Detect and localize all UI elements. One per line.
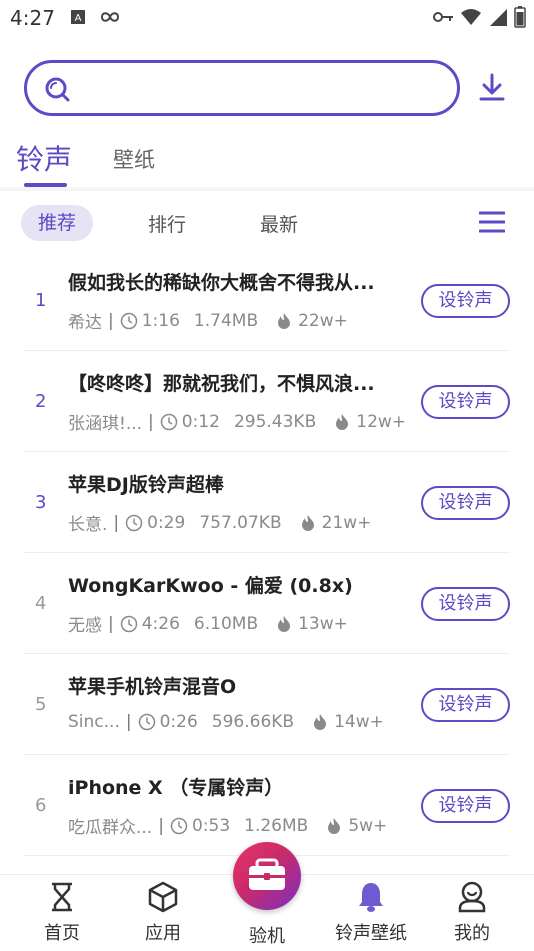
play-count: 12w+ — [356, 411, 407, 432]
duration: 0:29 — [147, 512, 186, 533]
play-count: 13w+ — [298, 613, 348, 634]
nav-profile-label: 我的 — [454, 923, 490, 944]
clock-icon — [170, 817, 188, 834]
artist-name: 吃瓜群众... — [68, 818, 153, 838]
duration: 0:26 — [159, 712, 198, 732]
ringtone-meta: 无感 | 4:26 6.10MB 13w+ — [68, 611, 348, 637]
set-ringtone-button[interactable]: 设铃声 — [421, 486, 510, 520]
clock-icon — [160, 413, 178, 430]
hourglass-icon — [52, 882, 72, 912]
duration: 4:26 — [141, 613, 180, 634]
duration: 0:12 — [181, 411, 220, 432]
fire-icon — [336, 413, 349, 430]
search-icon — [45, 77, 70, 102]
rank-number: 4 — [35, 593, 47, 614]
set-ringtone-button[interactable]: 设铃声 — [421, 688, 510, 722]
list-item[interactable]: 3 苹果DJ版铃声超棒 长意. | 0:29 757.07KB 21w+ 设铃声 — [0, 452, 534, 553]
artist-name: 长意. — [68, 515, 108, 535]
play-count: 14w+ — [334, 712, 384, 732]
vpn-key-icon — [433, 12, 453, 22]
ringtone-meta: 张涵琪!... | 0:12 295.43KB 12w+ — [68, 409, 407, 435]
ringtone-meta: 希达 | 1:16 1.74MB 22w+ — [68, 308, 348, 334]
file-size: 596.66KB — [211, 712, 295, 732]
clock-icon — [120, 312, 137, 329]
tab-divider — [0, 187, 534, 191]
clock-icon — [120, 615, 137, 632]
ringtone-meta: 吃瓜群众... | 0:53 1.26MB 5w+ — [68, 813, 388, 839]
ringtone-title: WongKarKwoo - 偏爱 (0.8x) — [68, 575, 353, 597]
fire-icon — [278, 615, 291, 632]
list-item[interactable]: 2 【咚咚咚】那就祝我们，不惧风浪... 张涵琪!... | 0:12 295.… — [0, 351, 534, 452]
file-size: 1.74MB — [193, 310, 259, 331]
ringtone-title: 假如我长的稀缺你大概舍不得我从... — [68, 272, 375, 294]
artist-name: 张涵琪!... — [68, 414, 143, 434]
file-size: 295.43KB — [233, 411, 317, 432]
duration: 0:53 — [191, 815, 231, 836]
list-item[interactable]: 6 iPhone X （专属铃声） 吃瓜群众... | 0:53 1.26MB … — [0, 755, 534, 856]
play-count: 22w+ — [298, 310, 348, 331]
nav-inspect-label: 验机 — [249, 926, 285, 947]
tab-ringtone[interactable]: 铃声 — [16, 138, 72, 178]
search-input[interactable] — [79, 73, 439, 103]
search-bar[interactable] — [24, 60, 460, 116]
cube-icon — [148, 881, 178, 913]
play-count: 5w+ — [348, 815, 388, 836]
rank-number: 3 — [35, 492, 47, 513]
subtab-recommended[interactable]: 推荐 — [21, 205, 93, 241]
set-ringtone-button[interactable]: 设铃声 — [421, 385, 510, 419]
artist-name: Sinc... — [68, 712, 120, 732]
svg-text:A: A — [75, 13, 82, 24]
clock-icon — [125, 514, 143, 531]
tab-wallpaper[interactable]: 壁纸 — [113, 144, 155, 174]
ringtone-meta: Sinc... | 0:26 596.66KB 14w+ — [68, 712, 384, 732]
artist-name: 希达 — [68, 313, 102, 333]
menu-icon[interactable] — [479, 210, 505, 234]
nav-apps-label: 应用 — [145, 923, 181, 944]
rank-number: 2 — [35, 391, 47, 412]
ringtone-meta: 长意. | 0:29 757.07KB 21w+ — [68, 510, 372, 536]
list-item[interactable]: 4 WongKarKwoo - 偏爱 (0.8x) 无感 | 4:26 6.10… — [0, 553, 534, 654]
fire-icon — [314, 714, 327, 730]
fire-icon — [278, 312, 291, 329]
rank-number: 6 — [35, 795, 47, 816]
duration: 1:16 — [141, 310, 180, 331]
nav-inspect-button[interactable] — [233, 842, 301, 910]
bell-icon — [359, 883, 383, 912]
fire-icon — [328, 817, 341, 834]
wifi-icon — [461, 9, 481, 25]
nav-ringtone-wallpaper-label: 铃声壁纸 — [335, 923, 407, 944]
rank-number: 5 — [35, 694, 47, 715]
status-time: 4:27 — [10, 6, 55, 30]
nav-home-label: 首页 — [44, 923, 80, 944]
set-ringtone-button[interactable]: 设铃声 — [421, 587, 510, 621]
artist-name: 无感 — [68, 616, 102, 636]
notification-a-icon: A — [71, 10, 85, 24]
signal-icon — [490, 9, 507, 26]
download-icon[interactable] — [478, 72, 506, 102]
list-item[interactable]: 5 苹果手机铃声混音O Sinc... | 0:26 596.66KB 14w+… — [0, 654, 534, 755]
ringtone-title: 苹果手机铃声混音O — [68, 676, 237, 698]
file-size: 6.10MB — [193, 613, 259, 634]
set-ringtone-button[interactable]: 设铃声 — [421, 284, 510, 318]
clock-icon — [138, 713, 155, 731]
user-icon — [458, 881, 486, 913]
status-bar: 4:27 A — [0, 0, 534, 36]
ringtone-title: 苹果DJ版铃声超棒 — [68, 474, 224, 496]
link-icon — [100, 12, 120, 22]
ringtone-list: 1 假如我长的稀缺你大概舍不得我从... 希达 | 1:16 1.74MB 22… — [0, 250, 534, 856]
ringtone-title: iPhone X （专属铃声） — [68, 777, 284, 799]
file-size: 1.26MB — [244, 815, 309, 836]
fire-icon — [301, 514, 314, 531]
ringtone-title: 【咚咚咚】那就祝我们，不惧风浪... — [68, 373, 375, 395]
subtab-ranking[interactable]: 排行 — [148, 210, 186, 237]
play-count: 21w+ — [321, 512, 372, 533]
subtab-latest[interactable]: 最新 — [260, 210, 298, 237]
set-ringtone-button[interactable]: 设铃声 — [421, 789, 510, 823]
rank-number: 1 — [35, 290, 47, 311]
toolbox-icon — [249, 858, 285, 890]
battery-icon — [514, 6, 526, 28]
list-item[interactable]: 1 假如我长的稀缺你大概舍不得我从... 希达 | 1:16 1.74MB 22… — [0, 250, 534, 351]
file-size: 757.07KB — [199, 512, 282, 533]
